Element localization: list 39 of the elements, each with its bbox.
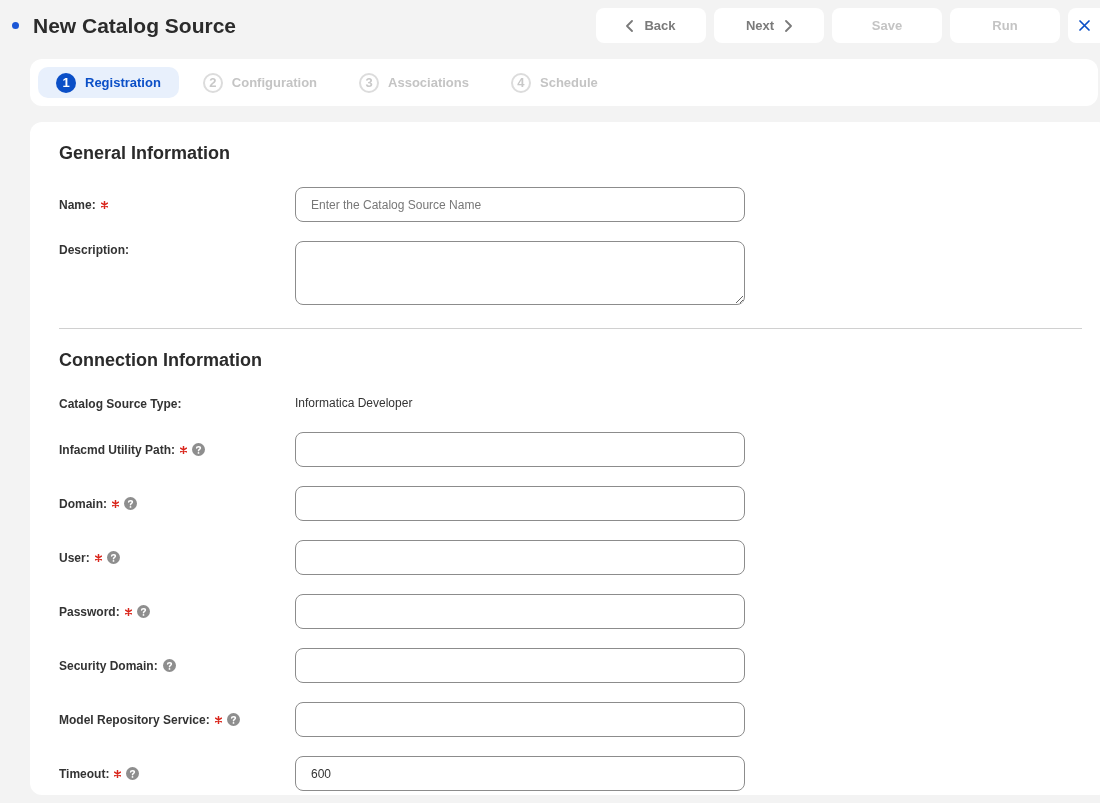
- close-icon: [1078, 20, 1090, 31]
- back-button[interactable]: Back: [596, 8, 706, 43]
- field-label: Security Domain:: [59, 657, 158, 674]
- description-field[interactable]: [295, 241, 745, 305]
- page-title: New Catalog Source: [33, 12, 237, 39]
- help-icon[interactable]: [192, 443, 205, 456]
- step-tab[interactable]: 1 Registration: [38, 67, 179, 98]
- help-icon[interactable]: [124, 497, 137, 510]
- input-field[interactable]: [295, 540, 745, 575]
- input-field[interactable]: Enter the Catalog Source Name: [295, 187, 745, 222]
- help-icon[interactable]: [106, 551, 120, 564]
- field-label: Domain:: [59, 495, 107, 512]
- input-field[interactable]: [295, 648, 745, 683]
- section-heading: Connection Information: [59, 349, 263, 372]
- bullet-dot-icon: [12, 22, 19, 29]
- input-field[interactable]: [295, 702, 745, 737]
- input-field[interactable]: 600: [295, 756, 745, 791]
- field-label: Model Repository Service:: [59, 711, 210, 728]
- field-label: Password:: [59, 603, 120, 620]
- input-field[interactable]: [295, 432, 745, 467]
- help-icon[interactable]: [126, 767, 140, 780]
- field-label: Timeout:: [59, 765, 110, 782]
- help-icon[interactable]: [226, 713, 240, 726]
- section-heading: General Information: [59, 142, 232, 165]
- next-button[interactable]: Next: [714, 8, 824, 43]
- step-number: 1: [56, 72, 76, 93]
- input-field[interactable]: [295, 594, 745, 629]
- field-value: Informatica Developer: [295, 395, 413, 412]
- chevron-left-icon: [626, 19, 634, 32]
- input-field[interactable]: [295, 486, 745, 521]
- field-label: Description:: [59, 242, 129, 258]
- field-label: Catalog Source Type:: [59, 395, 182, 412]
- field-label: Name:: [59, 196, 96, 213]
- help-icon[interactable]: [136, 605, 150, 618]
- field-label: Infacmd Utility Path:: [59, 441, 175, 458]
- help-icon[interactable]: [162, 659, 176, 672]
- close-button[interactable]: [1068, 8, 1100, 43]
- chevron-right-icon: [785, 19, 793, 32]
- field-label: User:: [59, 549, 90, 566]
